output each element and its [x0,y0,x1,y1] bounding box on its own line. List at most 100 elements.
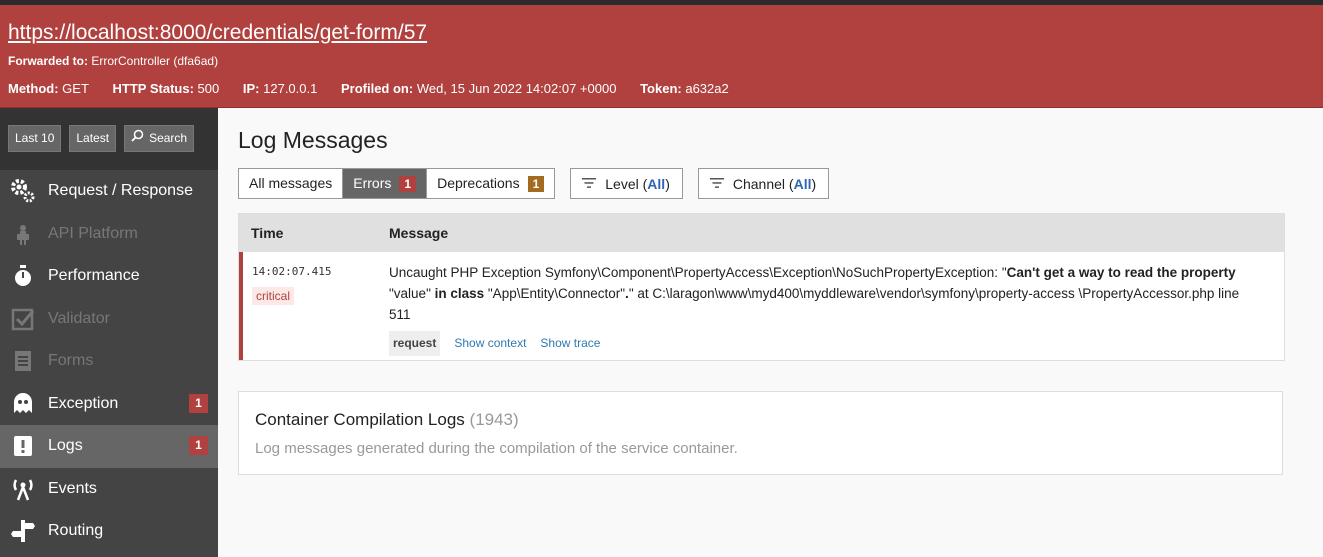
compilation-description: Log messages generated during the compil… [255,440,738,457]
sidebar: Last 10 Latest Search Request / Response… [0,108,218,557]
sidebar-item-label: Logs [48,437,83,455]
sidebar-item-request-response[interactable]: Request / Response [0,170,218,213]
compilation-title: Container Compilation Logs (1943) [255,410,1266,430]
meta-label: HTTP Status: [112,81,194,96]
table-header: Time Message [239,214,1284,252]
filter-label: Level [605,175,639,192]
last-10-button[interactable]: Last 10 [8,125,62,152]
logbook-icon [10,433,36,459]
forwarded-label: Forwarded to: [8,54,88,68]
log-time: 14:02:07.415 [252,265,332,278]
log-message-cell: Uncaught PHP Exception Symfony\Component… [389,252,1284,360]
sidebar-item-exception[interactable]: Exception 1 [0,383,218,426]
sidebar-item-label: Forms [48,352,94,370]
deprecations-count-badge: 1 [527,175,545,192]
meta-label: IP: [242,81,260,96]
filter-value: All [647,175,666,192]
tab-all-messages[interactable]: All messages [239,169,342,198]
form-icon [10,348,36,374]
button-label: Latest [76,131,110,145]
meta-label: Token: [640,81,682,96]
meta-profiled-on: Profiled on: Wed, 15 Jun 2022 14:02:07 +… [341,81,616,96]
sidebar-item-label: Performance [48,267,140,285]
message-strong: Can't get a way to read the property [1006,265,1236,280]
sidebar-item-events[interactable]: Events [0,468,218,511]
meta-method: Method: GET [8,81,89,96]
meta-label: Profiled on: [340,81,414,96]
message-text: "App\Entity\Connector" [484,286,626,301]
exception-count-badge: 1 [189,393,208,413]
sidebar-item-logs[interactable]: Logs 1 [0,425,218,468]
button-label: Last 10 [15,131,55,145]
log-level-badge: critical [252,287,295,305]
meta-value[interactable]: a632a2 [685,81,728,96]
table-row: 14:02:07.415 critical Uncaught PHP Excep… [239,252,1284,360]
compilation-count: (1943) [469,410,519,429]
signpost-icon [10,518,36,544]
show-trace-link[interactable]: Show trace [540,333,600,354]
tab-errors[interactable]: Errors 1 [342,169,427,198]
log-message: Uncaught PHP Exception Symfony\Component… [389,262,1264,325]
latest-button[interactable]: Latest [69,125,117,152]
sidebar-item-label: Exception [48,394,119,412]
broadcast-icon [10,476,36,502]
meta-value: GET [62,81,89,96]
meta-value: 500 [197,81,220,96]
filter-value: All [793,175,812,192]
tab-deprecations[interactable]: Deprecations 1 [426,169,554,198]
request-meta: Method: GET HTTP Status: 500 IP: 127.0.0… [8,81,1315,96]
filter-icon [581,176,597,192]
filter-icon [709,176,725,192]
column-header-message: Message [389,225,449,241]
sidebar-item-api-platform: API Platform [0,213,218,256]
meta-token: Token: a632a2 [640,81,729,96]
page-title: Log Messages [238,127,388,153]
sidebar-item-routing[interactable]: Routing [0,510,218,553]
meta-value: 127.0.0.1 [263,81,318,96]
stopwatch-icon [10,263,36,289]
sidebar-item-forms: Forms [0,340,218,383]
gears-icon [10,178,36,204]
sidebar-item-label: Request / Response [48,182,193,200]
sidebar-item-label: Events [48,479,97,497]
column-header-time: Time [251,225,284,241]
show-context-link[interactable]: Show context [454,333,526,354]
main-content: Log Messages All messages Errors 1 Deprec… [238,108,1285,475]
spider-icon [10,221,36,247]
level-filter-text: Level (All) [605,175,670,192]
sidebar-item-label: Validator [48,309,110,327]
logs-count-badge: 1 [189,436,208,455]
errors-count-badge: 1 [399,175,417,192]
sidebar-item-label: Routing [48,522,104,540]
profiler-header: https://localhost:8000/credentials/get-f… [0,5,1323,108]
sidebar-item-validator: Validator [0,298,218,341]
log-filters: All messages Errors 1 Deprecations 1 Level… [238,168,1283,199]
log-table: Time Message 14:02:07.415 critical Uncau… [238,213,1285,361]
tab-label: Errors [353,175,392,191]
search-button[interactable]: Search [124,125,195,152]
tab-label: Deprecations [437,175,520,191]
filter-label: Channel [732,175,786,192]
channel-filter-button[interactable]: Channel (All) [697,168,830,199]
message-text: "value" [389,286,435,301]
request-url-link[interactable]: https://localhost:8000/credentials/get-f… [8,21,427,45]
log-tabs: All messages Errors 1 Deprecations 1 [238,168,556,199]
sidebar-item-performance[interactable]: Performance [0,255,218,298]
sidebar-item-label: API Platform [48,224,138,242]
meta-status: HTTP Status: 500 [113,81,220,96]
meta-ip: IP: 127.0.0.1 [243,81,317,96]
message-strong: in class [434,286,485,301]
message-text: Uncaught PHP Exception Symfony\Component… [389,265,1007,280]
sidebar-toolbar: Last 10 Latest Search [0,108,218,170]
compilation-title-text: Container Compilation Logs [255,410,465,429]
forwarded-value: ErrorController (dfa6ad) [91,54,219,68]
forwarded-info: Forwarded to: ErrorController (dfa6ad) [8,54,1315,68]
meta-value: Wed, 15 Jun 2022 14:02:07 +0000 [416,81,617,96]
search-icon [131,125,144,152]
level-filter-button[interactable]: Level (All) [570,168,683,199]
button-label: Search [149,131,188,145]
log-actions: request Show context Show trace [389,331,1264,356]
checkbox-icon [10,306,36,332]
tab-label: All messages [249,175,333,191]
container-compilation-logs[interactable]: Container Compilation Logs (1943) Log me… [238,391,1283,475]
